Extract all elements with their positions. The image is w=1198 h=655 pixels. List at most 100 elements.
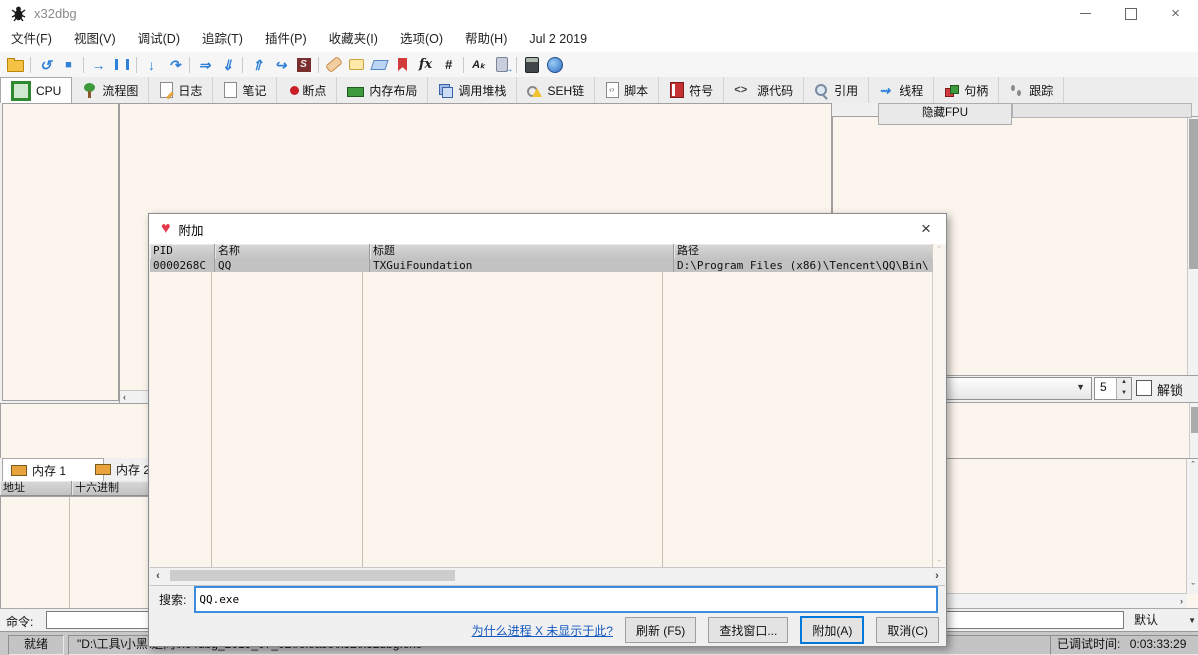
tab-breakpoints[interactable]: 断点 [277, 77, 337, 103]
tab-seh-chain[interactable]: SEH链 [517, 77, 595, 103]
open-file-button[interactable] [4, 54, 27, 76]
menu-plugins[interactable]: 插件(P) [254, 27, 318, 52]
tab-graph[interactable]: 流程图 [72, 77, 149, 103]
column-header-title[interactable]: 标题 [370, 244, 674, 260]
step-into-source-button[interactable]: ⇓ [216, 54, 239, 76]
execute-till-return-icon: ⇑ [252, 58, 264, 72]
close-button[interactable]: × [1153, 0, 1198, 27]
remote-debug-button[interactable] [490, 54, 513, 76]
scroll-left-icon[interactable]: ‹ [123, 393, 126, 402]
comments-button[interactable] [345, 54, 368, 76]
tab-label: 句柄 [964, 82, 988, 99]
minimize-button[interactable] [1063, 0, 1108, 27]
menu-file[interactable]: 文件(F) [0, 27, 63, 52]
cpu-view: ‹ 隐藏FPU ▼ 5 ▲▼ 解锁 ˆ ˇ [0, 103, 1198, 608]
window-title: x32dbg [34, 6, 77, 21]
tab-references[interactable]: 引用 [804, 77, 869, 103]
scroll-left-icon[interactable]: ‹ [150, 568, 166, 583]
rows-spinner[interactable]: 5 ▲▼ [1094, 377, 1132, 400]
process-window-title: TXGuiFoundation [370, 259, 674, 272]
unlock-checkbox[interactable] [1136, 380, 1152, 396]
menu-trace[interactable]: 追踪(T) [191, 27, 254, 52]
chevron-down-icon: ▼ [1188, 612, 1196, 630]
tab-log[interactable]: 日志 [149, 77, 213, 103]
tab-symbols[interactable]: 符号 [659, 77, 724, 103]
attach-dialog: ♥ 附加 × PID 名称 标题 路径 0000268C QQ TXGuiFou… [148, 213, 947, 647]
tab-trace[interactable]: 跟踪 [999, 77, 1064, 103]
stack-vscrollbar[interactable]: ˆ ˇ [1186, 459, 1198, 594]
bookmark-icon [398, 58, 407, 71]
label-icon [370, 60, 388, 70]
menu-debug[interactable]: 调试(D) [127, 27, 191, 52]
functions-button[interactable]: fx [414, 54, 437, 76]
menu-build-date: Jul 2 2019 [518, 27, 598, 52]
process-pid: 0000268C [150, 259, 215, 272]
calculator-button[interactable] [520, 54, 543, 76]
scroll-right-icon[interactable]: › [929, 568, 945, 583]
patches-button[interactable] [322, 54, 345, 76]
column-header-path[interactable]: 路径 [674, 244, 933, 260]
refresh-button[interactable]: 刷新 (F5) [625, 617, 696, 643]
tab-label: 流程图 [102, 82, 138, 99]
dialog-close-icon[interactable]: × [906, 214, 946, 244]
spinner-up-icon[interactable]: ▲ [1117, 378, 1131, 389]
modem-icon [496, 57, 508, 72]
scroll-thumb[interactable] [1191, 407, 1198, 433]
internet-button[interactable] [543, 54, 566, 76]
toolbar-separator [318, 57, 319, 73]
scroll-up-icon[interactable]: ˆ [1187, 461, 1198, 470]
run-to-user-code-icon: ⇒ [199, 58, 211, 72]
run-button[interactable]: → [87, 54, 110, 76]
tab-source[interactable]: <>源代码 [724, 77, 804, 103]
process-table-header: PID 名称 标题 路径 [150, 244, 933, 259]
why-not-shown-link[interactable]: 为什么进程 X 未显示于此? [472, 622, 613, 639]
column-header-name[interactable]: 名称 [215, 244, 370, 260]
stop-button[interactable]: ■ [57, 54, 80, 76]
column-header-pid[interactable]: PID [150, 244, 215, 260]
run-to-user-code-button[interactable]: ⇒ [193, 54, 216, 76]
log-icon [160, 82, 173, 98]
bookmarks-button[interactable] [391, 54, 414, 76]
tab-call-stack[interactable]: 调用堆栈 [428, 77, 517, 103]
info-vscrollbar[interactable] [1189, 403, 1198, 459]
tab-handles[interactable]: 句柄 [934, 77, 999, 103]
execute-till-return-button[interactable]: ⇑ [246, 54, 269, 76]
menu-help[interactable]: 帮助(H) [454, 27, 518, 52]
scroll-thumb[interactable] [170, 570, 455, 581]
tab-threads[interactable]: ⇝线程 [869, 77, 934, 103]
seh-setup-button[interactable]: S [292, 54, 315, 76]
labels-button[interactable] [368, 54, 391, 76]
attach-icon: ↪ [275, 58, 287, 72]
step-over-button[interactable]: ↷ [163, 54, 186, 76]
scroll-right-icon[interactable]: › [1180, 597, 1183, 606]
restart-icon: ↺ [40, 58, 52, 72]
scroll-thumb[interactable] [1189, 119, 1198, 269]
tab-notes[interactable]: 笔记 [213, 77, 277, 103]
tab-memory-map[interactable]: 内存布局 [337, 77, 428, 103]
menu-view[interactable]: 视图(V) [63, 27, 127, 52]
attach-button-toolbar[interactable]: ↪ [269, 54, 292, 76]
case-sensitive-button[interactable]: Aₖ [467, 54, 490, 76]
hide-fpu-button[interactable]: 隐藏FPU [878, 103, 1012, 125]
tab-script[interactable]: 脚本 [595, 77, 659, 103]
cancel-button[interactable]: 取消(C) [876, 617, 939, 643]
tab-cpu[interactable]: CPU [0, 77, 72, 105]
toolbar-separator [30, 57, 31, 73]
find-window-button[interactable]: 查找窗口... [708, 617, 788, 643]
process-list-vscrollbar[interactable]: ˆ ˇ [932, 244, 945, 571]
search-input[interactable] [194, 586, 938, 613]
attach-button[interactable]: 附加(A) [800, 616, 864, 644]
step-into-button[interactable]: ↓ [140, 54, 163, 76]
command-profile-combobox[interactable]: 默认 ▼ [1130, 611, 1198, 629]
menu-options[interactable]: 选项(O) [389, 27, 454, 52]
spinner-down-icon[interactable]: ▼ [1117, 389, 1131, 400]
hash-button[interactable]: # [437, 54, 460, 76]
maximize-button[interactable] [1108, 0, 1153, 27]
registers-vscrollbar[interactable] [1187, 117, 1198, 375]
restart-button[interactable]: ↺ [34, 54, 57, 76]
process-row-selected[interactable]: 0000268C QQ TXGuiFoundation D:\Program F… [150, 259, 933, 272]
scroll-down-icon[interactable]: ˇ [1187, 583, 1198, 592]
pause-button[interactable] [110, 54, 133, 76]
scroll-up-icon[interactable]: ˆ [938, 246, 941, 255]
menu-favourites[interactable]: 收藏夹(I) [318, 27, 389, 52]
